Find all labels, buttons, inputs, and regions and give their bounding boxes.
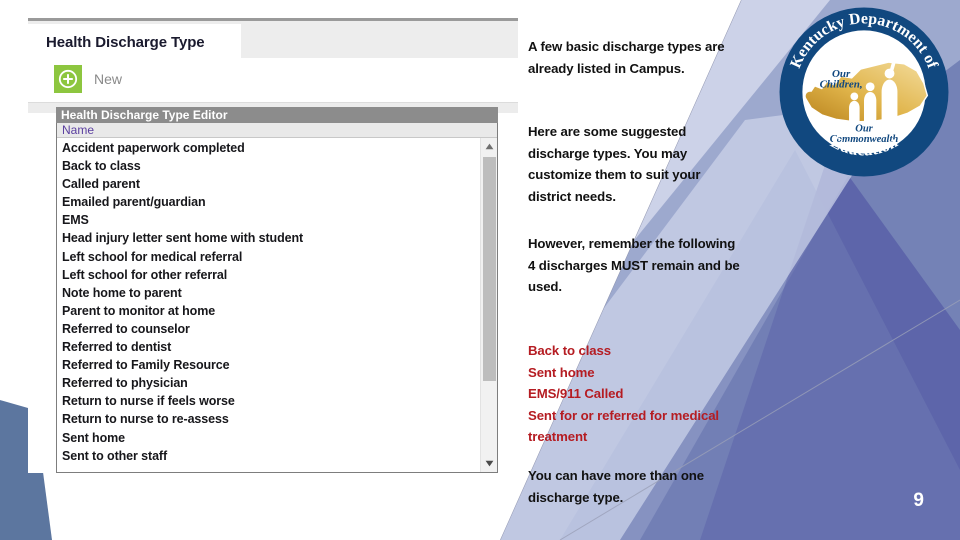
plus-circle-icon: [54, 65, 82, 93]
table-row[interactable]: Sent home: [57, 429, 480, 447]
paragraph-closing: You can have more than one discharge typ…: [528, 465, 743, 508]
campus-application-screenshot: Health Discharge Type New Health Dischar…: [28, 18, 518, 473]
scrollbar-thumb[interactable]: [483, 157, 496, 381]
seal-inner-bottom-line1: Our: [855, 124, 873, 135]
table-row[interactable]: Sent to other staff: [57, 447, 480, 465]
required-discharge-list-text: Back to class Sent home EMS/911 Called S…: [528, 343, 720, 444]
paragraph-closing-text: You can have more than one discharge typ…: [528, 468, 704, 505]
tab-strip: Health Discharge Type: [28, 18, 518, 61]
grid-body: Accident paperwork completed Back to clas…: [57, 138, 497, 472]
paragraph-warning: However, remember the following 4 discha…: [528, 233, 743, 298]
scroll-up-arrow-icon[interactable]: [481, 138, 498, 155]
table-row[interactable]: Referred to physician: [57, 374, 480, 392]
seal-inner-top-line2: Children,: [820, 79, 863, 91]
table-row[interactable]: Emailed parent/guardian: [57, 193, 480, 211]
table-row[interactable]: Referred to dentist: [57, 338, 480, 356]
vertical-scrollbar[interactable]: [480, 138, 497, 472]
required-discharge-list: Back to class Sent home EMS/911 Called S…: [528, 340, 743, 448]
table-row[interactable]: Head injury letter sent home with studen…: [57, 229, 480, 247]
paragraph-intro: A few basic discharge types are already …: [528, 36, 743, 79]
table-row[interactable]: Referred to Family Resource: [57, 356, 480, 374]
table-row[interactable]: Accident paperwork completed: [57, 139, 480, 157]
kentucky-department-of-education-seal: Our Children, Our Commonwealth Kentucky …: [779, 7, 949, 177]
table-row[interactable]: Called parent: [57, 175, 480, 193]
table-row[interactable]: Left school for other referral: [57, 266, 480, 284]
grid-row-container: Accident paperwork completed Back to clas…: [57, 138, 480, 472]
scroll-down-arrow-icon[interactable]: [481, 455, 497, 472]
tab-health-discharge-type[interactable]: Health Discharge Type: [28, 24, 241, 61]
paragraph-suggested: Here are some suggested discharge types.…: [528, 121, 743, 207]
table-row[interactable]: EMS: [57, 211, 480, 229]
paragraph-suggested-text: Here are some suggested discharge types.…: [528, 124, 701, 204]
column-header-name[interactable]: Name: [57, 123, 94, 137]
paragraph-warning-text: However, remember the following 4 discha…: [528, 236, 740, 294]
new-button[interactable]: New: [54, 65, 122, 93]
health-discharge-type-editor-panel: Health Discharge Type Editor Name Accide…: [56, 107, 498, 473]
table-row[interactable]: Left school for medical referral: [57, 248, 480, 266]
paragraph-intro-text: A few basic discharge types are already …: [528, 39, 725, 76]
table-row[interactable]: Referred to counselor: [57, 320, 480, 338]
grid-column-header-row: Name: [57, 123, 497, 138]
table-row[interactable]: Return to nurse if feels worse: [57, 392, 480, 410]
discharge-type-grid: Name Accident paperwork completed Back to…: [56, 123, 498, 473]
table-row[interactable]: Note home to parent: [57, 284, 480, 302]
new-button-label: New: [94, 71, 123, 87]
table-row[interactable]: Back to class: [57, 157, 480, 175]
table-row[interactable]: Parent to monitor at home: [57, 302, 480, 320]
page-number: 9: [913, 490, 924, 511]
editor-toolbar: New: [28, 58, 518, 100]
tab-label: Health Discharge Type: [46, 34, 205, 51]
editor-panel-title: Health Discharge Type Editor: [56, 107, 498, 123]
table-row[interactable]: Return to nurse to re-assess: [57, 410, 480, 428]
